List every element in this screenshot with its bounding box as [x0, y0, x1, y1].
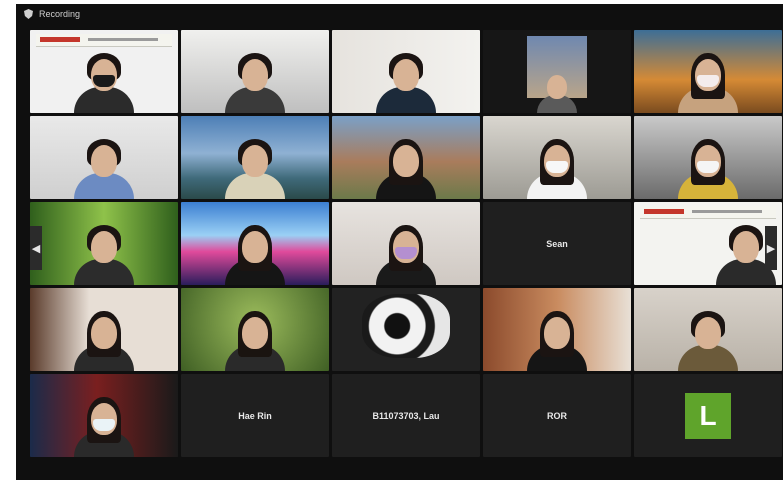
participant-tile[interactable] [483, 30, 631, 113]
participant-tile[interactable] [30, 288, 178, 371]
participant-video [74, 301, 134, 371]
participant-tile[interactable] [332, 116, 480, 199]
participant-tile[interactable] [634, 116, 782, 199]
next-page-button[interactable]: ▶ [765, 226, 777, 270]
gallery-grid: Sean Hae Rin B11073703, Lau ROR L [30, 30, 782, 457]
participant-tile[interactable]: L [634, 374, 782, 457]
participant-tile[interactable] [332, 288, 480, 371]
participant-video [225, 129, 285, 199]
participant-name: ROR [547, 410, 567, 421]
security-shield-icon[interactable] [24, 9, 33, 19]
participant-video [678, 129, 738, 199]
participant-tile[interactable] [634, 30, 782, 113]
video-conference-window: Recording Sean Hae Rin B11073703, Lau RO… [16, 4, 783, 480]
participant-tile[interactable] [181, 116, 329, 199]
participant-avatar: L [685, 392, 731, 439]
participant-name: Hae Rin [238, 410, 272, 421]
participant-video [527, 301, 587, 371]
participant-tile[interactable] [30, 374, 178, 457]
participant-video [74, 215, 134, 285]
chevron-right-icon: ▶ [766, 242, 776, 255]
meeting-topbar: Recording [16, 4, 783, 24]
participant-video [527, 129, 587, 199]
cat-image [362, 294, 450, 358]
participant-video [678, 301, 738, 371]
participant-video [225, 301, 285, 371]
participant-tile[interactable]: B11073703, Lau [332, 374, 480, 457]
participant-tile[interactable] [30, 202, 178, 285]
participant-tile[interactable] [332, 202, 480, 285]
participant-video [678, 43, 738, 113]
participant-tile[interactable] [181, 30, 329, 113]
chevron-left-icon: ◀ [31, 242, 41, 255]
participant-tile[interactable] [634, 202, 782, 285]
participant-video [225, 215, 285, 285]
participant-name: B11073703, Lau [372, 410, 440, 421]
participant-video [74, 43, 134, 113]
participant-tile[interactable] [483, 116, 631, 199]
participant-tile[interactable]: Sean [483, 202, 631, 285]
participant-tile[interactable] [30, 30, 178, 113]
previous-page-button[interactable]: ◀ [30, 226, 42, 270]
participant-tile[interactable] [181, 288, 329, 371]
participant-tile[interactable] [181, 202, 329, 285]
participant-video [74, 387, 134, 457]
participant-tile[interactable] [332, 30, 480, 113]
participant-video [376, 215, 436, 285]
participant-tile[interactable]: Hae Rin [181, 374, 329, 457]
participant-video [376, 129, 436, 199]
participant-tile[interactable] [634, 288, 782, 371]
participant-video [537, 63, 577, 113]
participant-tile[interactable]: ROR [483, 374, 631, 457]
participant-video [225, 43, 285, 113]
participant-name: Sean [546, 238, 568, 249]
participant-tile[interactable] [30, 116, 178, 199]
participant-video [376, 43, 436, 113]
participant-tile[interactable] [483, 288, 631, 371]
topbar-label: Recording [39, 9, 81, 19]
participant-video [74, 129, 134, 199]
